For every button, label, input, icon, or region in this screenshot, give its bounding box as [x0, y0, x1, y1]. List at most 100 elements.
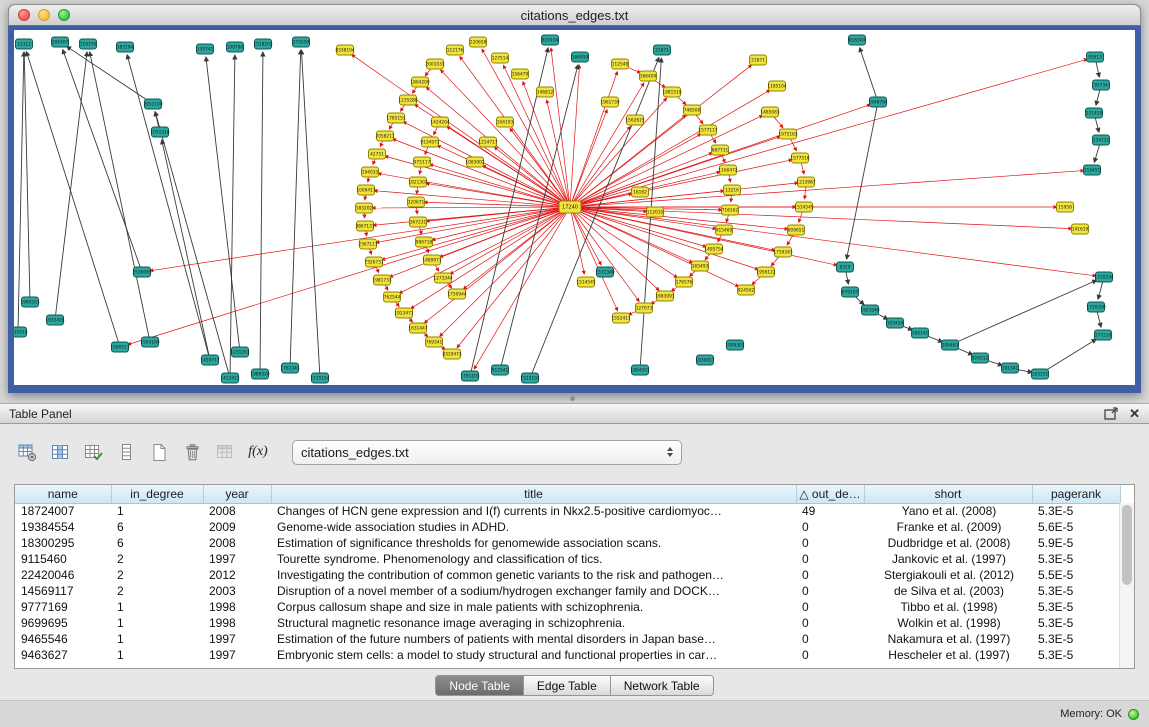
graph-node-label: 165493: [692, 264, 709, 270]
citation-edge-black[interactable]: [847, 102, 878, 259]
column-header[interactable]: name: [15, 485, 111, 503]
citation-edge-red[interactable]: [570, 183, 798, 207]
citation-edge-red[interactable]: [128, 207, 570, 345]
table-scrollbar-thumb[interactable]: [1122, 505, 1132, 585]
tab-network-table[interactable]: Network Table: [611, 675, 714, 696]
table-cell: Disruption of a novel member of a sodium…: [271, 583, 796, 599]
graph-node-label: 1514545: [576, 280, 595, 286]
table-row[interactable]: 969969511998Structural magnetic resonanc…: [15, 615, 1120, 631]
table-row[interactable]: 2242004622012Investigating the contribut…: [15, 567, 1120, 583]
tab-node-table[interactable]: Node Table: [435, 675, 524, 696]
table-row[interactable]: 977716911998Corpus callosum shape and si…: [15, 599, 1120, 615]
citation-edge-black[interactable]: [63, 50, 142, 272]
table-cell: 1: [111, 631, 203, 647]
graph-node-label: 1785151: [386, 116, 405, 122]
delete-button[interactable]: [179, 439, 205, 465]
graph-node-label: 204307: [52, 40, 69, 46]
delete-icon: [183, 443, 202, 462]
table-row[interactable]: 1938455462009Genome-wide association stu…: [15, 519, 1120, 535]
close-panel-icon[interactable]: ✕: [1129, 407, 1140, 420]
citation-edge-black[interactable]: [127, 55, 210, 360]
table-cell: 9463627: [15, 647, 111, 663]
table-row[interactable]: 1830029562008Estimation of significance …: [15, 535, 1120, 551]
citation-edge-black[interactable]: [290, 50, 301, 368]
table-cell: 22420046: [15, 567, 111, 583]
citation-edge-black[interactable]: [206, 57, 240, 352]
citation-edge-red[interactable]: [426, 87, 570, 207]
citation-edge-black[interactable]: [230, 55, 235, 378]
graph-node-label: 1231203: [230, 350, 249, 356]
citation-edge-red[interactable]: [439, 207, 570, 257]
function-builder-button[interactable]: f(x): [245, 439, 271, 465]
row-options-button[interactable]: [113, 439, 139, 465]
window-titlebar[interactable]: citations_edges.txt: [8, 4, 1141, 26]
graph-node-label: 1562615: [625, 118, 644, 124]
citation-edge-black[interactable]: [155, 112, 230, 378]
table-cell: 0: [796, 583, 864, 599]
citation-edge-red[interactable]: [382, 207, 570, 260]
table-cell: 5.3E-5: [1032, 503, 1120, 519]
citation-edge-red[interactable]: [570, 207, 837, 265]
table-scrollbar[interactable]: [1119, 503, 1134, 668]
table-cell: Stergiakouli et al. (2012): [864, 567, 1032, 583]
table-cell: Embryonic stem cells: a model to study s…: [271, 647, 796, 663]
citation-edge-black[interactable]: [67, 46, 153, 104]
citation-edge-red[interactable]: [457, 207, 570, 348]
table-mode-button[interactable]: [14, 439, 40, 465]
graph-node-label: 1577117: [698, 128, 717, 134]
citation-edge-black[interactable]: [1040, 339, 1096, 374]
table-row[interactable]: 1456911722003Disruption of a novel membe…: [15, 583, 1120, 599]
table-row[interactable]: 1872400712008Changes of HCN gene express…: [15, 503, 1120, 519]
table-cell: 2012: [203, 567, 271, 583]
citation-edge-red[interactable]: [463, 207, 570, 289]
splitter-grip-icon: [570, 396, 575, 401]
table-row[interactable]: 911546021997Tourette syndrome. Phenomeno…: [15, 551, 1120, 567]
citation-edge-black[interactable]: [18, 52, 24, 332]
table-row[interactable]: 946362711997Embryonic stem cells: a mode…: [15, 647, 1120, 663]
column-header[interactable]: △ out_de…: [796, 485, 864, 503]
new-column-button[interactable]: [146, 439, 172, 465]
column-header[interactable]: title: [271, 485, 796, 503]
citation-edge-black[interactable]: [162, 140, 210, 360]
import-table-button[interactable]: [212, 439, 238, 465]
graph-node-label: 176576: [676, 280, 693, 286]
graph-node-label: 1030917: [695, 358, 714, 364]
show-columns-button[interactable]: [47, 439, 73, 465]
table-cell: 1997: [203, 551, 271, 567]
table-cell: Nakamura et al. (1997): [864, 631, 1032, 647]
column-header[interactable]: short: [864, 485, 1032, 503]
table-cell: 9115460: [15, 551, 111, 567]
citation-edge-red[interactable]: [570, 153, 713, 207]
citation-edge-red[interactable]: [551, 48, 570, 207]
graph-node-label: 95913: [1088, 55, 1102, 61]
graph-node-label: 21871: [655, 48, 669, 54]
tab-edge-table[interactable]: Edge Table: [524, 675, 611, 696]
edit-columns-button[interactable]: [80, 439, 106, 465]
citation-edge-black[interactable]: [301, 50, 320, 378]
citation-edge-red[interactable]: [372, 207, 570, 208]
citation-edge-black[interactable]: [24, 52, 30, 302]
column-header[interactable]: in_degree: [111, 485, 203, 503]
float-panel-icon[interactable]: [1104, 407, 1119, 420]
graph-node-label: 141619: [1072, 227, 1089, 233]
graph-node-label: 131419: [1086, 111, 1103, 117]
zoom-button[interactable]: [58, 9, 70, 21]
panel-splitter[interactable]: [0, 393, 1149, 403]
network-canvas[interactable]: 1724020010331804200123528817851512058211…: [14, 30, 1135, 385]
citation-edge-black[interactable]: [90, 52, 150, 342]
table-header-row: namein_degreeyeartitle△ out_de…shortpage…: [15, 485, 1120, 503]
citation-edge-black[interactable]: [26, 52, 120, 347]
table-selector-dropdown[interactable]: citations_edges.txt: [292, 440, 682, 465]
column-header[interactable]: year: [203, 485, 271, 503]
table-cell: 0: [796, 535, 864, 551]
graph-node-label: 177210: [1095, 333, 1112, 339]
citation-edge-black[interactable]: [950, 280, 1097, 345]
citation-edge-black[interactable]: [860, 48, 878, 102]
minimize-button[interactable]: [38, 9, 50, 21]
table-row[interactable]: 946554611997Estimation of the future num…: [15, 631, 1120, 647]
column-header[interactable]: pagerank: [1032, 485, 1120, 503]
citation-edge-black[interactable]: [55, 52, 87, 320]
citation-edge-black[interactable]: [260, 52, 263, 374]
citation-edge-red[interactable]: [570, 207, 1072, 229]
close-button[interactable]: [18, 9, 30, 21]
